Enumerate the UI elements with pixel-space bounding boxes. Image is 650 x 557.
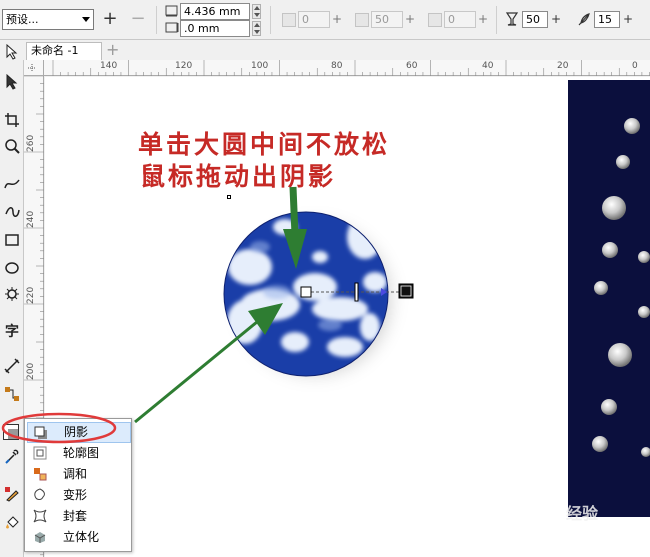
distort-icon bbox=[34, 488, 45, 500]
flyout-item-label: 调和 bbox=[63, 467, 88, 481]
offset-y-icon bbox=[355, 13, 369, 27]
opacity-field[interactable]: 50 bbox=[522, 11, 548, 28]
ellipse-tool-icon[interactable] bbox=[4, 260, 20, 276]
add-tab-button[interactable]: + bbox=[106, 42, 119, 58]
offset-y-field[interactable]: 50 bbox=[371, 11, 403, 28]
flyout-item-extrude[interactable]: 立体化 bbox=[27, 527, 131, 548]
ruler-label: 40 bbox=[482, 61, 494, 71]
ruler-label: 80 bbox=[331, 61, 343, 71]
height-spinner[interactable] bbox=[252, 21, 261, 36]
flyout-item-distort[interactable]: 变形 bbox=[27, 485, 131, 506]
flyout-item-envelope[interactable]: 封套 bbox=[27, 506, 131, 527]
opacity-plus-icon[interactable]: + bbox=[549, 11, 563, 28]
rectangle-tool-icon[interactable] bbox=[4, 232, 20, 248]
opacity-goblet-icon bbox=[505, 12, 519, 26]
fill-tool-icon[interactable] bbox=[4, 514, 20, 530]
offset-x-plus-icon[interactable]: + bbox=[330, 11, 344, 28]
divider bbox=[270, 6, 271, 34]
contour-icon bbox=[33, 446, 47, 460]
chevron-down-icon bbox=[82, 17, 90, 22]
add-preset-button[interactable]: + bbox=[100, 9, 120, 29]
width-icon bbox=[165, 5, 178, 17]
ruler-label: 100 bbox=[251, 61, 269, 71]
blend-icon bbox=[34, 468, 47, 481]
crop-tool-icon[interactable] bbox=[4, 112, 20, 128]
extrude-icon bbox=[34, 532, 46, 543]
ruler-label: 0 bbox=[632, 61, 638, 71]
remove-preset-button[interactable]: − bbox=[128, 9, 148, 29]
horizontal-ruler[interactable]: 140 120 100 80 60 40 20 0 bbox=[44, 60, 650, 76]
flyout-item-contour[interactable]: 轮廓图 bbox=[27, 443, 131, 464]
ruler-label: 120 bbox=[175, 61, 193, 71]
flyout-item-label: 变形 bbox=[63, 488, 88, 502]
width-field[interactable]: 4.436 mm bbox=[180, 3, 250, 20]
preset-dropdown[interactable]: 预设... bbox=[2, 9, 94, 30]
polygon-tool-icon[interactable] bbox=[4, 286, 20, 302]
ruler-label: 240 bbox=[26, 210, 36, 228]
toolbox: 字 bbox=[0, 40, 24, 557]
shadow-opacity-slider[interactable] bbox=[354, 282, 359, 302]
outline-tool-icon[interactable] bbox=[4, 486, 20, 502]
document-tab-bar: 未命名 -1 + bbox=[22, 40, 650, 60]
width-spinner[interactable] bbox=[252, 4, 261, 19]
ruler-label: 260 bbox=[26, 134, 36, 152]
zoom-tool-icon[interactable] bbox=[4, 138, 20, 154]
connector-tool-icon[interactable] bbox=[4, 386, 20, 402]
smart-drawing-tool-icon[interactable] bbox=[4, 204, 20, 220]
offset-y-plus-icon[interactable]: + bbox=[403, 11, 417, 28]
flyout-item-label: 封套 bbox=[63, 509, 88, 523]
text-tool-icon[interactable]: 字 bbox=[2, 322, 22, 342]
shadow-start-handle[interactable] bbox=[300, 286, 312, 298]
document-tab[interactable]: 未命名 -1 bbox=[26, 42, 102, 60]
shape-tool-icon[interactable] bbox=[5, 74, 19, 90]
freehand-tool-icon[interactable] bbox=[4, 176, 20, 192]
ruler-label: 140 bbox=[100, 61, 118, 71]
offset-x-icon bbox=[282, 13, 296, 27]
ruler-label: 200 bbox=[26, 362, 36, 380]
feather-field[interactable]: 15 bbox=[594, 11, 620, 28]
height-icon bbox=[165, 22, 179, 33]
ruler-origin[interactable] bbox=[24, 60, 44, 76]
pick-tool-icon[interactable] bbox=[5, 44, 19, 60]
offset-x-field[interactable]: 0 bbox=[298, 11, 330, 28]
highlight-ellipse bbox=[1, 412, 117, 444]
height-field[interactable]: .0 mm bbox=[180, 20, 250, 37]
ruler-label: 60 bbox=[406, 61, 418, 71]
ruler-label: 220 bbox=[26, 286, 36, 304]
flyout-item-label: 立体化 bbox=[63, 530, 100, 544]
feather-plus-icon[interactable]: + bbox=[621, 11, 635, 28]
offset-z-field[interactable]: 0 bbox=[444, 11, 476, 28]
offset-z-plus-icon[interactable]: + bbox=[476, 11, 490, 28]
divider bbox=[156, 6, 157, 34]
eyedropper-tool-icon[interactable] bbox=[4, 448, 20, 464]
ruler-label: 20 bbox=[557, 61, 569, 71]
ruler-origin-icon bbox=[28, 64, 36, 72]
flyout-item-blend[interactable]: 调和 bbox=[27, 464, 131, 485]
divider bbox=[496, 6, 497, 34]
property-bar: 预设... + − 4.436 mm .0 mm 0 + 50 + 0 + 50… bbox=[0, 0, 650, 40]
preset-label: 预设... bbox=[6, 13, 39, 26]
feather-icon bbox=[578, 13, 590, 26]
flyout-item-label: 轮廓图 bbox=[63, 446, 100, 460]
offset-z-icon bbox=[428, 13, 442, 27]
envelope-icon bbox=[33, 509, 47, 523]
dimension-tool-icon[interactable] bbox=[4, 358, 20, 374]
